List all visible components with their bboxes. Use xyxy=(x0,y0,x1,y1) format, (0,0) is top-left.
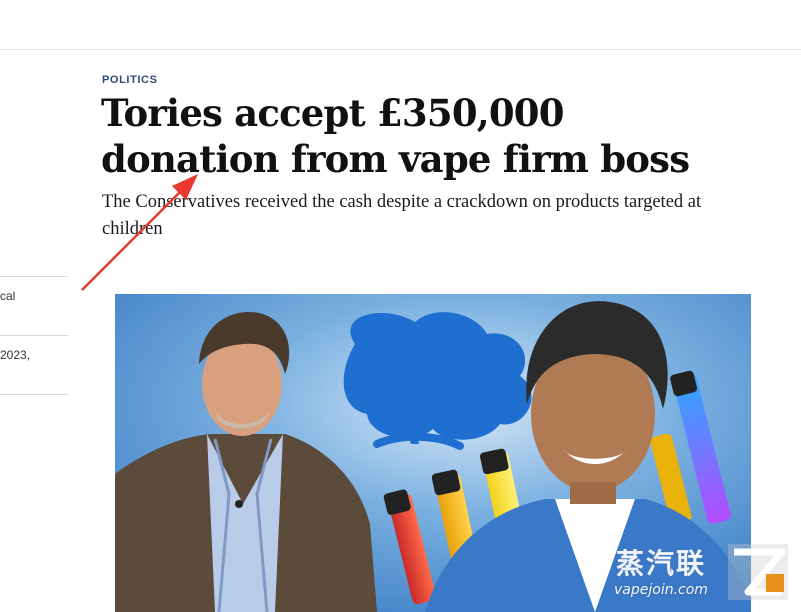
watermark-logo-icon xyxy=(728,544,788,600)
watermark-chinese-text: 蒸汽联 xyxy=(616,547,707,580)
sidebar-text-fragment[interactable]: 2023, xyxy=(0,348,30,362)
watermark: 蒸汽联 vapejoin.com xyxy=(608,540,793,604)
article-headline: Tories accept £350,000 donation from vap… xyxy=(101,91,690,181)
sidebar-divider xyxy=(0,276,68,277)
section-label[interactable]: POLITICS xyxy=(102,74,158,86)
article-standfirst: The Conservatives received the cash desp… xyxy=(102,192,702,239)
sidebar-text-fragment[interactable]: cal xyxy=(0,289,15,303)
related-articles-sidebar: cal 2023, xyxy=(0,50,70,612)
sidebar-divider xyxy=(0,394,68,395)
sidebar-divider xyxy=(0,335,68,336)
top-navigation-bar xyxy=(0,0,801,50)
watermark-url: vapejoin.com xyxy=(614,582,708,598)
